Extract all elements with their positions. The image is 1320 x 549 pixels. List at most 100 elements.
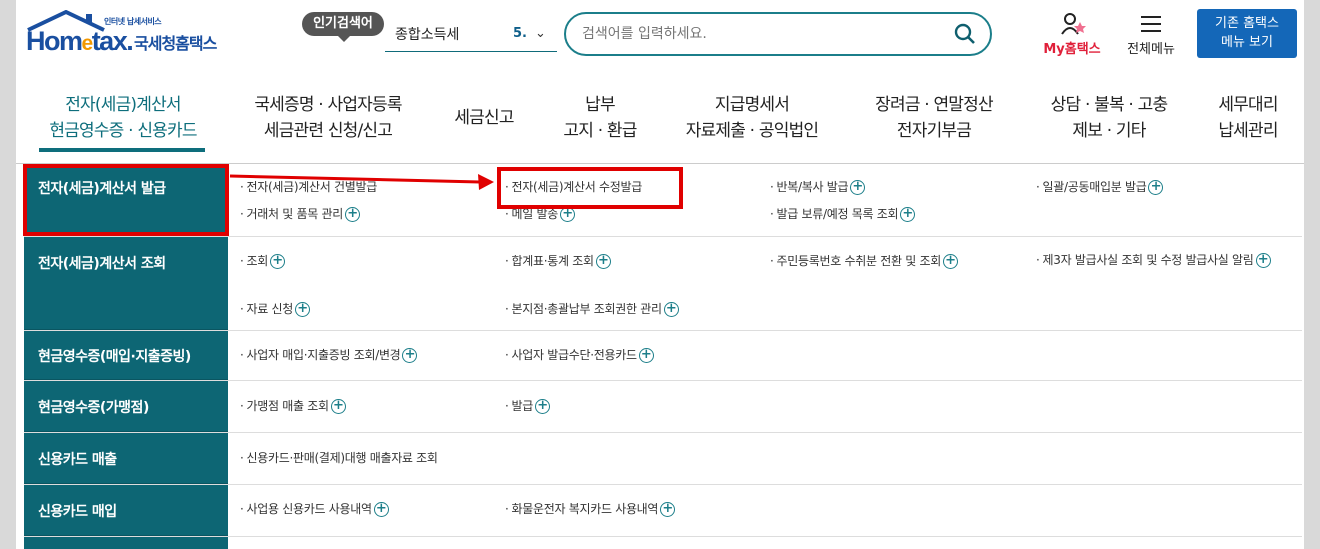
main-nav: 전자(세금)계산서 현금영수증 · 신용카드 국세증명 · 사업자등록 세금관련…: [16, 72, 1304, 164]
popular-keyword-badge: 인기검색어: [302, 12, 384, 42]
legacy-menu-line2: 메뉴 보기: [1221, 35, 1273, 50]
menu-link[interactable]: · 발급 보류/예정 목록 조회 +: [770, 205, 916, 222]
category-cash-receipt-purchase[interactable]: 현금영수증(매입·지출증빙): [24, 331, 228, 380]
user-icon: [1061, 13, 1086, 35]
menu-link-label: 메일 발송: [511, 207, 559, 221]
menu-link[interactable]: · 거래처 및 품목 관리 +: [240, 205, 360, 222]
plus-icon[interactable]: +: [900, 207, 916, 222]
nav-item-tax-agent[interactable]: 세무대리 납세관리: [1206, 92, 1290, 144]
menu-link[interactable]: · 일괄/공동매입분 발급 +: [1036, 178, 1164, 195]
nav-item-e-invoice[interactable]: 전자(세금)계산서 현금영수증 · 신용카드: [44, 92, 202, 144]
my-hometax-button[interactable]: My홈택스: [1034, 12, 1110, 58]
menu-link[interactable]: · 화물운전자 복지카드 사용내역 +: [505, 500, 676, 517]
plus-icon[interactable]: +: [535, 399, 550, 414]
nav-item-line2: 전자기부금: [896, 121, 972, 141]
nav-item-line1: 지급명세서: [714, 95, 790, 115]
plus-icon[interactable]: +: [402, 348, 418, 363]
plus-icon[interactable]: +: [560, 207, 575, 222]
menu-link-label: 반복/복사 발급: [776, 180, 849, 194]
menu-row: 전자(세금)계산서 조회 · 조회 + · 합계표·통계 조회 + · 주민등록번호 수취…: [24, 237, 1302, 331]
popular-keyword[interactable]: 종합소득세: [395, 24, 513, 44]
plus-icon[interactable]: +: [942, 254, 958, 269]
nav-item-payment-statement[interactable]: 지급명세서 자료제출 · 공익법인: [672, 92, 832, 144]
menu-row: 신용카드 매입 · 사업용 신용카드 사용내역 + · 화물운전자 복지카드 사용내역…: [24, 485, 1302, 537]
logo-wordmark-1: Hom: [26, 26, 83, 56]
menu-link[interactable]: · 본지점·총괄납부 조회권한 관리 +: [505, 300, 679, 317]
all-menu-button[interactable]: 전체메뉴: [1116, 12, 1186, 58]
nav-item-line2: 고지 · 환급: [563, 121, 637, 141]
menu-row: 신용카드 매출 · 신용카드·판매(결제)대행 매출자료 조회: [24, 433, 1302, 485]
search-bar: [564, 12, 992, 56]
nav-item-line1: 납부: [585, 95, 615, 115]
nav-item-line1: 전자(세금)계산서: [65, 95, 181, 115]
plus-icon[interactable]: +: [344, 207, 360, 222]
page: 인터넷 납세서비스 Hometax. 국세청홈택스 인기검색어 종합소득세 5.…: [16, 0, 1304, 549]
plus-icon[interactable]: +: [638, 348, 654, 363]
nav-item-line1: 상담 · 불복 · 고충: [1050, 95, 1168, 115]
category-credit-card-sales[interactable]: 신용카드 매출: [24, 433, 228, 484]
nav-item-payment[interactable]: 납부 고지 · 환급: [552, 92, 648, 144]
menu-link-label: 화물운전자 복지카드 사용내역: [511, 502, 659, 516]
nav-item-line1: 세금신고: [454, 108, 514, 128]
red-arrow-icon: [229, 174, 494, 190]
nav-item-line2: 세금관련 신청/신고: [263, 121, 393, 141]
highlight-box-amended-issue: [497, 167, 683, 209]
plus-icon[interactable]: +: [663, 302, 679, 317]
logo-subtitle: 국세청홈택스: [134, 34, 217, 53]
nav-item-line1: 장려금 · 연말정산: [875, 95, 994, 115]
menu-link[interactable]: · 발급 +: [505, 397, 550, 414]
active-tab-indicator: [39, 148, 205, 152]
nav-item-certificates[interactable]: 국세증명 · 사업자등록 세금관련 신청/신고: [240, 92, 416, 144]
plus-icon[interactable]: +: [1148, 180, 1164, 195]
popular-rank: 5.: [513, 26, 527, 41]
chevron-down-icon[interactable]: ⌄: [535, 26, 546, 41]
hometax-logo[interactable]: 인터넷 납세서비스 Hometax. 국세청홈택스: [24, 10, 239, 62]
menu-link[interactable]: · 반복/복사 발급 +: [770, 178, 866, 195]
plus-icon[interactable]: +: [295, 302, 310, 317]
nav-item-tax-return[interactable]: 세금신고: [442, 105, 526, 131]
menu-link-label: 일괄/공동매입분 발급: [1042, 180, 1147, 194]
menu-link[interactable]: · 사업자 발급수단·전용카드 +: [505, 346, 654, 363]
menu-link[interactable]: · 제3자 발급사실 조회 및 수정 발급사실 알림 +: [1036, 251, 1276, 269]
menu-link[interactable]: · 합계표·통계 조회 +: [505, 252, 611, 269]
plus-icon[interactable]: +: [1255, 253, 1271, 268]
nav-item-consulting[interactable]: 상담 · 불복 · 고충 제보 · 기타: [1034, 92, 1184, 144]
menu-link-label: 합계표·통계 조회: [511, 254, 595, 268]
nav-item-line2: 납세관리: [1218, 121, 1278, 141]
menu-row: 현금영수증(가맹점) · 가맹점 매출 조회 + · 발급 +: [24, 381, 1302, 433]
logo-wordmark: Hometax.: [26, 26, 134, 57]
search-icon[interactable]: [954, 23, 976, 45]
nav-item-incentive[interactable]: 장려금 · 연말정산 전자기부금: [862, 92, 1006, 144]
nav-item-line1: 국세증명 · 사업자등록: [254, 95, 402, 115]
plus-icon[interactable]: +: [660, 502, 676, 517]
logo-wordmark-2: tax.: [91, 26, 134, 56]
menu-link[interactable]: · 사업용 신용카드 사용내역 +: [240, 500, 389, 517]
menu-link[interactable]: · 사업자 매입·지출증빙 조회/변경 +: [240, 346, 418, 363]
popular-keyword-select[interactable]: 종합소득세 5. ⌄: [385, 16, 557, 52]
plus-icon[interactable]: +: [270, 254, 285, 269]
menu-link[interactable]: · 주민등록번호 수취분 전환 및 조회 +: [770, 252, 958, 269]
menu-link-label: 사업자 발급수단·전용카드: [511, 348, 637, 362]
menu-link[interactable]: · 조회 +: [240, 252, 285, 269]
plus-icon[interactable]: +: [330, 399, 346, 414]
search-input[interactable]: [582, 26, 942, 42]
menu-link-label: 사업자 매입·지출증빙 조회/변경: [246, 348, 401, 362]
plus-icon[interactable]: +: [373, 502, 389, 517]
plus-icon[interactable]: +: [595, 254, 611, 269]
menu-link-label: 자료 신청: [246, 302, 294, 316]
menu-link-label: 사업용 신용카드 사용내역: [246, 502, 372, 516]
category-cash-receipt-merchant[interactable]: 현금영수증(가맹점): [24, 381, 228, 432]
menu-link-label: 발급 보류/예정 목록 조회: [776, 207, 899, 221]
category-credit-card-purchase[interactable]: 신용카드 매입: [24, 485, 228, 536]
menu-link[interactable]: · 자료 신청 +: [240, 300, 310, 317]
category-e-invoice-inquiry[interactable]: 전자(세금)계산서 조회: [24, 237, 228, 330]
menu-row: 현금영수증(매입·지출증빙) · 사업자 매입·지출증빙 조회/변경 + · 사업자 …: [24, 331, 1302, 381]
menu-link-label: 가맹점 매출 조회: [246, 399, 330, 413]
menu-link[interactable]: · 가맹점 매출 조회 +: [240, 397, 346, 414]
legacy-menu-button[interactable]: 기존 홈택스 메뉴 보기: [1197, 9, 1297, 58]
nav-item-line1: 세무대리: [1218, 95, 1278, 115]
header: 인터넷 납세서비스 Hometax. 국세청홈택스 인기검색어 종합소득세 5.…: [16, 0, 1304, 72]
plus-icon[interactable]: +: [850, 180, 866, 195]
logo-wordmark-e: e: [81, 32, 94, 55]
menu-link[interactable]: · 신용카드·판매(결제)대행 매출자료 조회: [240, 449, 438, 466]
